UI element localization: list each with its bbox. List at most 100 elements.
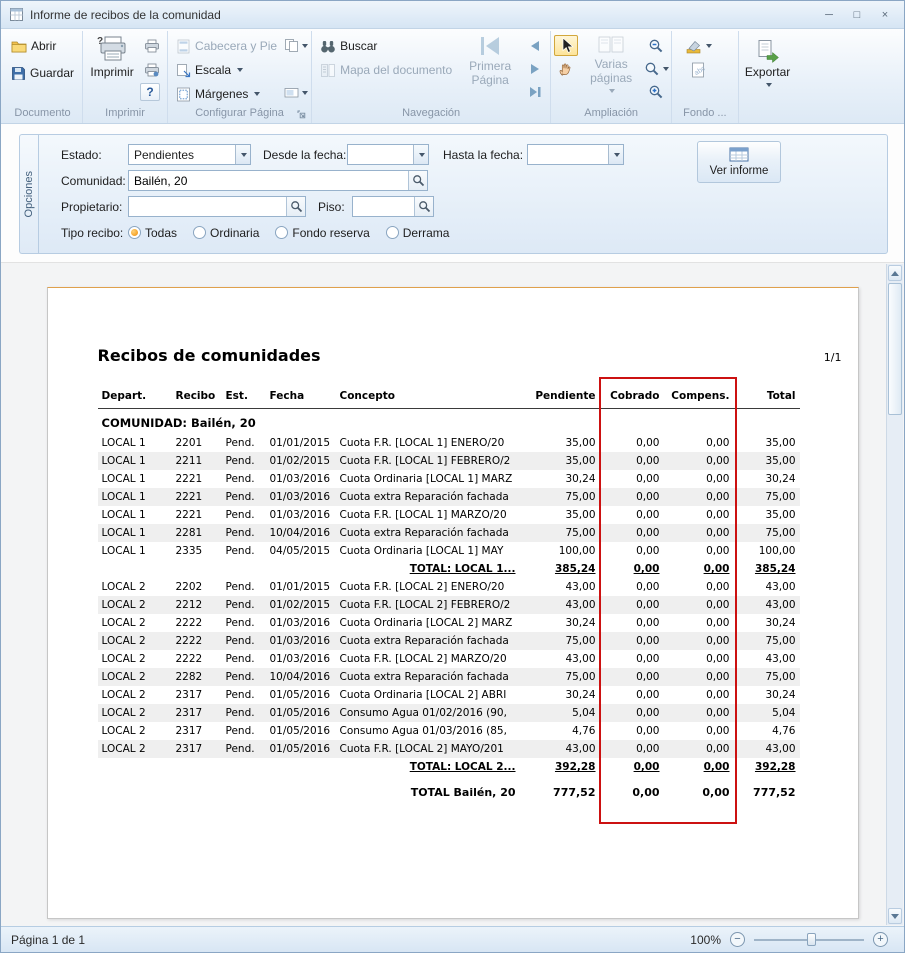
background-color-button[interactable] — [686, 35, 710, 56]
titlebar: Informe de recibos de la comunidad ─ □ × — [1, 1, 904, 29]
report-table-wrap: Depart.ReciboEst.FechaConceptoPendienteC… — [98, 387, 800, 804]
comunidad-input[interactable] — [129, 174, 408, 188]
desde-dropdown-button[interactable] — [413, 145, 428, 164]
radio-label: Derrama — [403, 226, 450, 240]
report-column-header: Pendiente — [520, 387, 600, 409]
page-setup-launcher-icon[interactable] — [296, 109, 307, 120]
page-status-label: Página 1 de 1 — [11, 933, 85, 947]
primera-pagina-button[interactable]: Primera Página — [459, 31, 521, 90]
mapa-documento-button[interactable]: Mapa del documento — [315, 59, 457, 81]
ver-informe-button[interactable]: Ver informe — [697, 141, 781, 183]
ribbon-group-imprimir: ? Imprimir ? Imprimir — [83, 31, 168, 123]
statusbar-zoom-out-button[interactable]: − — [730, 932, 745, 947]
report-data-row: LOCAL 22212Pend.01/02/2015Cuota F.R. [LO… — [98, 596, 800, 614]
group-caption-documento: Documento — [6, 105, 79, 123]
tipo-radio-item[interactable]: Ordinaria — [193, 226, 259, 240]
window-title: Informe de recibos de la comunidad — [30, 8, 221, 22]
app-window: Informe de recibos de la comunidad ─ □ ×… — [0, 0, 905, 953]
next-page-icon — [528, 63, 542, 75]
propietario-field[interactable] — [128, 196, 306, 217]
buscar-button[interactable]: Buscar — [315, 35, 457, 57]
scroll-thumb[interactable] — [888, 283, 902, 415]
last-page-button[interactable] — [523, 81, 547, 102]
hand-tool-button[interactable] — [554, 58, 578, 79]
group-caption-exportar — [742, 105, 794, 123]
next-page-button[interactable] — [523, 58, 547, 79]
estado-label: Estado: — [61, 148, 128, 162]
tipo-radio-item[interactable]: Derrama — [386, 226, 450, 240]
hasta-fecha-select[interactable] — [527, 144, 624, 165]
ribbon-group-configurar-pagina: Cabecera y Pie Escala Márgenes — [168, 31, 312, 123]
imprimir-label: Imprimir — [90, 66, 133, 80]
abrir-button[interactable]: Abrir — [6, 35, 61, 57]
help-button[interactable]: ? — [140, 83, 160, 101]
watermark-icon: abc — [690, 62, 706, 78]
estado-select[interactable]: Pendientes — [128, 144, 251, 165]
estado-dropdown-button[interactable] — [235, 145, 250, 164]
save-icon — [11, 66, 26, 81]
report-header-row: Depart.ReciboEst.FechaConceptoPendienteC… — [98, 387, 800, 409]
tipo-radio-item[interactable]: Fondo reserva — [275, 226, 369, 240]
ribbon-group-navegacion: Buscar Mapa del documento Primera Página — [312, 31, 551, 123]
zoom-in-button[interactable] — [644, 81, 668, 102]
statusbar: Página 1 de 1 100% − + — [1, 926, 904, 952]
varias-paginas-button[interactable]: Varias páginas — [580, 31, 642, 95]
cabecera-label: Cabecera y Pie — [195, 39, 277, 53]
piso-lookup-button[interactable] — [414, 197, 433, 216]
window-controls: ─ □ × — [818, 6, 896, 23]
escala-label: Escala — [195, 63, 231, 77]
propietario-lookup-button[interactable] — [286, 197, 305, 216]
zoom-out-button[interactable] — [644, 35, 668, 56]
options-panel: Estado: Pendientes Desde la fecha: Hasta… — [38, 134, 888, 254]
report-data-row: LOCAL 12335Pend.04/05/2015Cuota Ordinari… — [98, 542, 800, 560]
propietario-input[interactable] — [129, 200, 286, 214]
print-dialog-button[interactable] — [140, 59, 164, 80]
radio-label: Todas — [145, 226, 177, 240]
report-data-row: LOCAL 12221Pend.01/03/2016Cuota Ordinari… — [98, 470, 800, 488]
statusbar-zoom-in-button[interactable]: + — [873, 932, 888, 947]
preview-area[interactable]: Recibos de comunidades 1/1 Depart.Recibo… — [1, 262, 904, 926]
vertical-scrollbar[interactable] — [886, 264, 903, 925]
comunidad-field[interactable] — [128, 170, 428, 191]
zoom-slider-thumb[interactable] — [807, 933, 816, 946]
open-folder-icon — [11, 39, 27, 53]
guardar-button[interactable]: Guardar — [6, 62, 79, 84]
scroll-up-button[interactable] — [888, 265, 902, 281]
piso-input[interactable] — [353, 200, 414, 214]
ribbon-group-documento: Abrir Guardar Documento — [3, 31, 83, 123]
pages-copy-icon — [284, 38, 299, 53]
comunidad-lookup-button[interactable] — [408, 171, 427, 190]
report-data-row: LOCAL 22282Pend.10/04/2016Cuota extra Re… — [98, 668, 800, 686]
minimize-button[interactable]: ─ — [818, 6, 840, 23]
report-column-header: Recibo — [172, 387, 222, 409]
chevron-down-icon — [609, 89, 615, 93]
exportar-button[interactable]: Exportar — [742, 35, 794, 89]
opciones-tab[interactable]: Opciones — [19, 134, 38, 254]
watermark-button[interactable]: abc — [686, 59, 710, 80]
chevron-down-icon — [254, 92, 260, 96]
close-button[interactable]: × — [874, 6, 896, 23]
maximize-button[interactable]: □ — [846, 6, 868, 23]
imprimir-button[interactable]: ? Imprimir — [86, 31, 138, 82]
orientation-button[interactable] — [284, 82, 308, 103]
margenes-button[interactable]: Márgenes — [171, 83, 282, 105]
escala-button[interactable]: Escala — [171, 59, 282, 81]
desde-fecha-select[interactable] — [347, 144, 429, 165]
pointer-tool-button[interactable] — [554, 35, 578, 56]
paper-format-button[interactable] — [284, 35, 308, 56]
previous-page-button[interactable] — [523, 35, 547, 56]
printer-icon: ? — [96, 35, 128, 63]
document-map-icon — [320, 63, 336, 78]
hasta-dropdown-button[interactable] — [608, 145, 623, 164]
cabecera-pie-button[interactable]: Cabecera y Pie — [171, 35, 282, 57]
configurar-caption-label: Configurar Página — [195, 107, 284, 119]
piso-field[interactable] — [352, 196, 434, 217]
tipo-radio-item[interactable]: Todas — [128, 226, 177, 240]
group-header-row: COMUNIDAD: Bailén, 20 — [98, 409, 800, 435]
scroll-down-button[interactable] — [888, 908, 902, 924]
export-icon — [756, 39, 780, 63]
zoom-button[interactable] — [644, 58, 668, 79]
estado-value: Pendientes — [129, 148, 235, 162]
quick-print-button[interactable] — [140, 35, 164, 56]
zoom-slider[interactable] — [754, 932, 864, 947]
